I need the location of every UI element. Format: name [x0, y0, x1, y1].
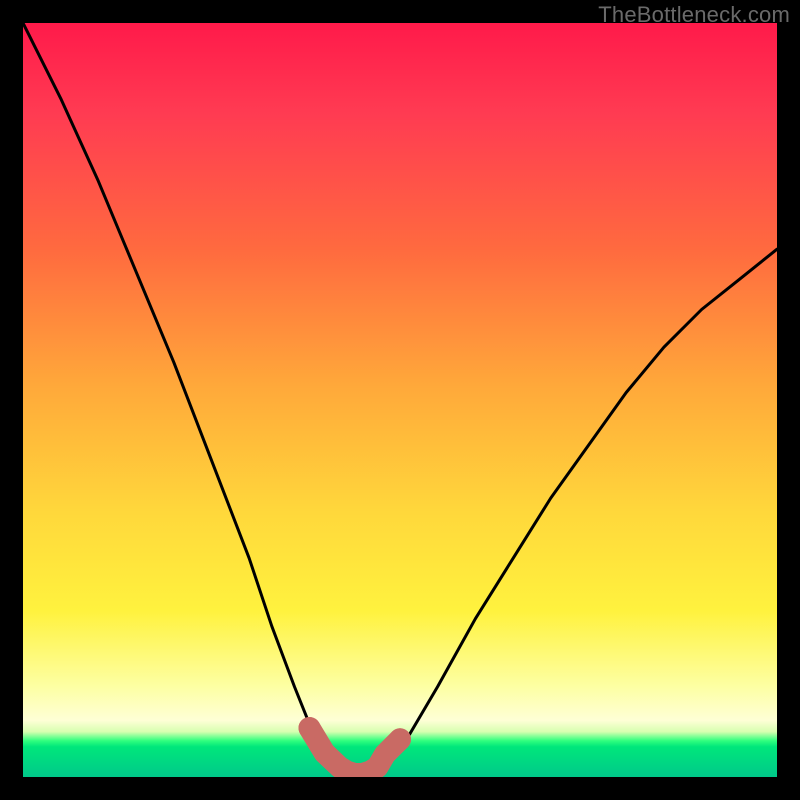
bottleneck-curve: [23, 23, 777, 773]
chart-frame: [23, 23, 777, 777]
bottom-highlight: [310, 728, 401, 774]
highlight-dot-left: [299, 717, 321, 739]
curve-layer: [23, 23, 777, 777]
highlight-dot-right: [389, 728, 411, 750]
watermark-text: TheBottleneck.com: [598, 2, 790, 28]
